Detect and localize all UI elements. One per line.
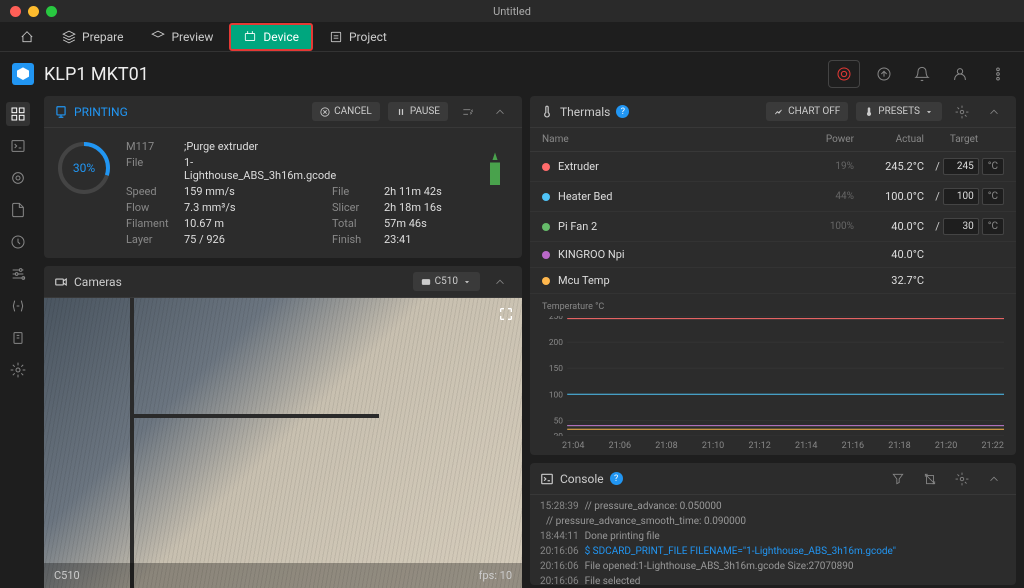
- console-clear-icon[interactable]: [918, 467, 942, 491]
- sidebar-macros-icon[interactable]: [6, 294, 30, 318]
- thermal-row: Mcu Temp 32.7°C: [530, 268, 1016, 294]
- prepare-tab[interactable]: Prepare: [50, 25, 135, 49]
- thermals-title: Thermals ?: [540, 105, 629, 119]
- sidebar-history-icon[interactable]: [6, 230, 30, 254]
- close-window-icon[interactable]: [10, 6, 21, 17]
- printing-collapse-icon[interactable]: [488, 100, 512, 124]
- svg-text:100: 100: [549, 390, 564, 400]
- console-title: Console ?: [540, 472, 623, 486]
- main-toolbar: Prepare Preview Device Project: [0, 22, 1024, 52]
- minimize-window-icon[interactable]: [28, 6, 39, 17]
- console-collapse-icon[interactable]: [982, 467, 1006, 491]
- sidebar-files-icon[interactable]: [6, 198, 30, 222]
- progress-ring: 30%: [56, 140, 112, 196]
- menu-icon[interactable]: [984, 60, 1012, 88]
- app-logo-icon: [12, 63, 34, 85]
- thermals-header-row: NamePowerActualTarget: [530, 128, 1016, 152]
- help-icon[interactable]: ?: [616, 105, 629, 118]
- console-settings-icon[interactable]: [950, 467, 974, 491]
- sidebar-system-icon[interactable]: [6, 326, 30, 350]
- camera-select[interactable]: C510: [413, 272, 480, 291]
- thermals-chart: Temperature °C 2050100150200250 21:0421:…: [530, 294, 1016, 455]
- notifications-icon[interactable]: [908, 60, 936, 88]
- chart-ylabel: Temperature °C: [542, 302, 1004, 312]
- thermals-panel: Thermals ? CHART OFF PRESETS NamePowerAc…: [530, 96, 1016, 455]
- device-header: KLP1 MKT01: [0, 52, 1024, 96]
- cancel-button[interactable]: CANCEL: [312, 102, 380, 121]
- model-preview-icon: [480, 150, 510, 190]
- preview-label: Preview: [171, 30, 213, 44]
- user-icon[interactable]: [946, 60, 974, 88]
- progress-percent: 30%: [73, 161, 95, 175]
- thermal-row: KINGROO Npi 40.0°C: [530, 242, 1016, 268]
- preview-tab[interactable]: Preview: [139, 25, 225, 49]
- sidebar-tune-icon[interactable]: [6, 262, 30, 286]
- target-input[interactable]: [943, 188, 979, 205]
- console-output: 15:28:39// pressure_advance: 0.050000// …: [530, 495, 1016, 585]
- project-label: Project: [349, 30, 387, 44]
- device-tab[interactable]: Device: [229, 23, 313, 51]
- svg-text:50: 50: [554, 417, 564, 427]
- device-label: Device: [263, 30, 299, 44]
- sidebar: [0, 96, 36, 562]
- cameras-title: Cameras: [54, 275, 122, 289]
- help-icon[interactable]: ?: [610, 472, 623, 485]
- print-info-grid: M117;Purge extruderFile1-Lighthouse_ABS_…: [126, 140, 466, 246]
- window-title: Untitled: [493, 5, 531, 18]
- sidebar-settings-icon[interactable]: [6, 358, 30, 382]
- svg-text:200: 200: [549, 338, 564, 348]
- svg-text:20: 20: [554, 432, 564, 436]
- camera-fps: fps: 10: [479, 569, 512, 582]
- sidebar-dashboard-icon[interactable]: [6, 102, 30, 126]
- camera-name: C510: [54, 569, 80, 582]
- upload-button[interactable]: [870, 60, 898, 88]
- sidebar-console-icon[interactable]: [6, 134, 30, 158]
- svg-text:250: 250: [549, 316, 564, 322]
- thermal-row: Extruder 19% 245.2°C /°C: [530, 152, 1016, 182]
- titlebar: Untitled: [0, 0, 1024, 22]
- printing-panel: PRINTING CANCEL PAUSE 30% M117;Purge ext…: [44, 96, 522, 258]
- emergency-stop-button[interactable]: [828, 60, 860, 88]
- thermal-row: Heater Bed 44% 100.0°C /°C: [530, 182, 1016, 212]
- cameras-collapse-icon[interactable]: [488, 270, 512, 294]
- window-controls: [0, 6, 57, 17]
- presets-button[interactable]: PRESETS: [856, 102, 942, 121]
- console-filter-icon[interactable]: [886, 467, 910, 491]
- cameras-panel: Cameras C510 C510 fps: 10: [44, 266, 522, 588]
- chart-off-button[interactable]: CHART OFF: [766, 102, 848, 121]
- prepare-label: Prepare: [82, 30, 123, 44]
- svg-text:150: 150: [549, 364, 564, 374]
- project-tab[interactable]: Project: [317, 25, 399, 49]
- maximize-window-icon[interactable]: [46, 6, 57, 17]
- fullscreen-icon[interactable]: [498, 306, 514, 325]
- device-name: KLP1 MKT01: [44, 64, 149, 85]
- thermals-settings-icon[interactable]: [950, 100, 974, 124]
- printing-title: PRINTING: [54, 105, 128, 119]
- home-button[interactable]: [8, 25, 46, 49]
- printing-tune-icon[interactable]: [456, 100, 480, 124]
- camera-feed: C510 fps: 10: [44, 298, 522, 588]
- thermals-collapse-icon[interactable]: [982, 100, 1006, 124]
- pause-button[interactable]: PAUSE: [388, 102, 448, 121]
- target-input[interactable]: [943, 158, 979, 175]
- sidebar-gcode-icon[interactable]: [6, 166, 30, 190]
- console-panel: Console ? 15:28:39// pressure_advance: 0…: [530, 463, 1016, 585]
- thermal-row: Pi Fan 2 100% 40.0°C /°C: [530, 212, 1016, 242]
- target-input[interactable]: [943, 218, 979, 235]
